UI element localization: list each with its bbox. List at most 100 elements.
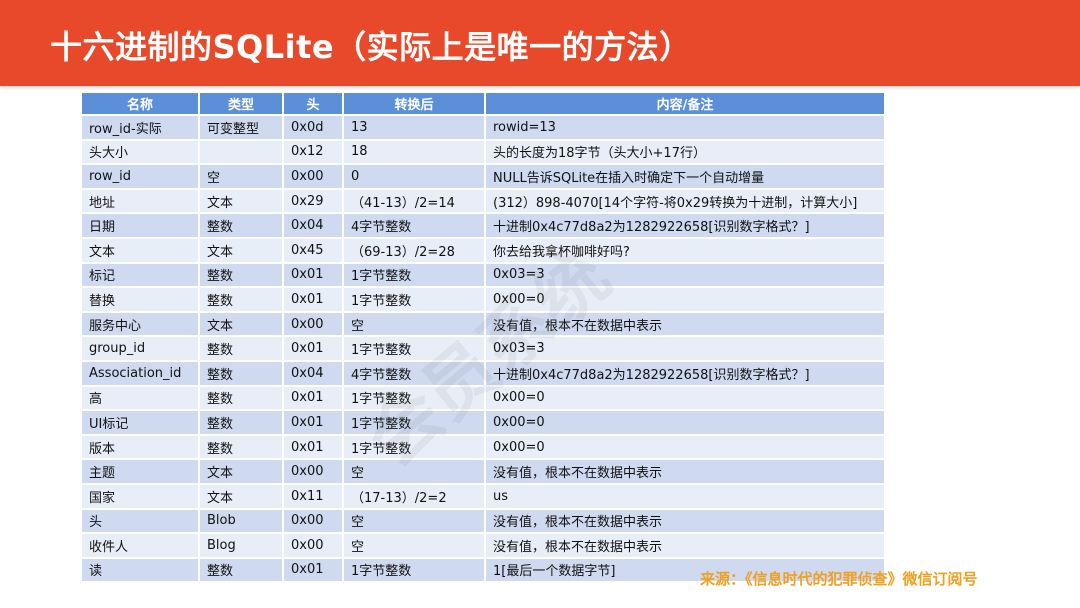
cell-type: 文本: [200, 484, 284, 510]
cell-head: 0x01: [284, 288, 344, 313]
table-row: 标记 整数 0x01 1字节整数 0x03=3: [82, 263, 884, 289]
cell-type: Blob: [200, 509, 284, 535]
cell-type: 整数: [200, 386, 284, 412]
cell-content: 0x00=0: [486, 435, 884, 461]
cell-converted: 1字节整数: [344, 435, 486, 461]
cell-converted: 空: [344, 534, 486, 559]
header-name: 名称: [82, 93, 200, 116]
cell-content: 没有值，根本不在数据中表示: [486, 509, 884, 535]
table-row: 版本 整数 0x01 1字节整数 0x00=0: [82, 435, 884, 461]
cell-type: Blog: [200, 534, 284, 559]
cell-name: 高: [82, 386, 200, 412]
cell-name: 服务中心: [82, 312, 200, 338]
table-row: 国家 文本 0x11 （17-13）/2=2 us: [82, 484, 884, 510]
cell-type: 空: [200, 165, 284, 190]
cell-converted: 空: [344, 509, 486, 535]
table-row: Association_id 整数 0x04 4字节整数 十进制0x4c77d8a2为1…: [82, 361, 884, 387]
cell-head: 0x01: [284, 435, 344, 461]
table-row: 头大小 0x12 18 头的长度为18字节（头大小+17行）: [82, 140, 884, 166]
cell-name: row_id-实际: [82, 116, 200, 141]
cell-converted: 1字节整数: [344, 337, 486, 362]
cell-head: 0x04: [284, 214, 344, 239]
cell-name: 地址: [82, 189, 200, 215]
cell-content: 没有值，根本不在数据中表示: [486, 460, 884, 485]
cell-converted: 空: [344, 460, 486, 485]
cell-head: 0x00: [284, 534, 344, 559]
sqlite-hex-table-container: 名称 类型 头 转换后 内容/备注 row_id-实际 可变整型 0x0d 13 row…: [82, 93, 884, 584]
table-row: row_id 空 0x00 0 NULL告诉SQLite在插入时确定下一个自动增量: [82, 165, 884, 190]
table-body: row_id-实际 可变整型 0x0d 13 rowid=13 头大小 0x12 18 头的长度…: [82, 116, 884, 584]
cell-content: 十进制0x4c77d8a2为1282922658[识别数字格式？]: [486, 214, 884, 239]
cell-type: 整数: [200, 337, 284, 362]
cell-type: 文本: [200, 238, 284, 264]
sqlite-hex-table: 名称 类型 头 转换后 内容/备注 row_id-实际 可变整型 0x0d 13 row…: [82, 93, 884, 584]
cell-converted: 0: [344, 165, 486, 190]
table-row: 高整数 0x01 1字节整数 0x00=0: [82, 386, 884, 412]
cell-converted: 18: [344, 140, 486, 166]
table-row: 文本 文本 0x45 （69-13）/2=28 你去给我拿杯咖啡好吗?: [82, 238, 884, 264]
header-converted: 转换后: [344, 93, 486, 116]
cell-content: 0x00=0: [486, 288, 884, 313]
cell-type: 文本: [200, 312, 284, 338]
cell-head: 0x01: [284, 337, 344, 362]
header-head: 头: [284, 93, 344, 116]
table-header-row: 名称 类型 头 转换后 内容/备注: [82, 93, 884, 116]
cell-name: 文本: [82, 238, 200, 264]
cell-name: 标记: [82, 263, 200, 289]
cell-converted: 1字节整数: [344, 558, 486, 584]
title-bar: 十六进制的SQLite（实际上是唯一的方法）: [0, 0, 1080, 86]
cell-name: 收件人: [82, 534, 200, 559]
cell-name: row_id: [82, 165, 200, 190]
cell-converted: （17-13）/2=2: [344, 484, 486, 510]
cell-converted: 13: [344, 116, 486, 141]
cell-type: 文本: [200, 189, 284, 215]
cell-head: 0x00: [284, 460, 344, 485]
cell-converted: （41-13）/2=14: [344, 189, 486, 215]
cell-converted: 1字节整数: [344, 288, 486, 313]
table-row: 替换 整数 0x01 1字节整数 0x00=0: [82, 288, 884, 313]
cell-type: 整数: [200, 288, 284, 313]
cell-type: 可变整型: [200, 116, 284, 141]
cell-content: 没有值，根本不在数据中表示: [486, 534, 884, 559]
cell-content: 0x03=3: [486, 263, 884, 289]
cell-type: 整数: [200, 214, 284, 239]
table-row: 服务中心 文本 0x00 空没有值，根本不在数据中表示: [82, 312, 884, 338]
cell-content: 头的长度为18字节（头大小+17行）: [486, 140, 884, 166]
cell-name: 版本: [82, 435, 200, 461]
table-row: group_id 整数 0x01 1字节整数 0x03=3: [82, 337, 884, 362]
slide-title: 十六进制的SQLite（实际上是唯一的方法）: [50, 28, 692, 66]
cell-type: 整数: [200, 558, 284, 584]
cell-name: group_id: [82, 337, 200, 362]
cell-converted: 1字节整数: [344, 386, 486, 412]
cell-head: 0x01: [284, 411, 344, 436]
cell-type: 整数: [200, 361, 284, 387]
cell-name: 头大小: [82, 140, 200, 166]
cell-head: 0x01: [284, 386, 344, 412]
cell-head: 0x00: [284, 165, 344, 190]
cell-name: Association_id: [82, 361, 200, 387]
cell-type: [200, 140, 284, 166]
cell-converted: 4字节整数: [344, 361, 486, 387]
cell-head: 0x0d: [284, 116, 344, 141]
cell-head: 0x11: [284, 484, 344, 510]
cell-name: 读: [82, 558, 200, 584]
cell-head: 0x29: [284, 189, 344, 215]
cell-converted: 1字节整数: [344, 263, 486, 289]
cell-content: rowid=13: [486, 116, 884, 141]
table-row: 地址 文本 0x29 （41-13）/2=14 (312）898-4070[14个字符-…: [82, 189, 884, 215]
cell-content: 0x00=0: [486, 411, 884, 436]
cell-content: NULL告诉SQLite在插入时确定下一个自动增量: [486, 165, 884, 190]
cell-name: 主题: [82, 460, 200, 485]
cell-name: UI标记: [82, 411, 200, 436]
table-row: UI标记 整数 0x01 1字节整数 0x00=0: [82, 411, 884, 436]
table-row: 主题 文本 0x00 空没有值，根本不在数据中表示: [82, 460, 884, 485]
cell-head: 0x00: [284, 312, 344, 338]
table-row: 头 Blob 0x00 空没有值，根本不在数据中表示: [82, 509, 884, 535]
source-note: 来源：《信息时代的犯罪侦查》微信订阅号: [700, 570, 978, 588]
cell-head: 0x04: [284, 361, 344, 387]
cell-type: 整数: [200, 263, 284, 289]
cell-head: 0x00: [284, 509, 344, 535]
cell-type: 文本: [200, 460, 284, 485]
cell-converted: （69-13）/2=28: [344, 238, 486, 264]
table-row: row_id-实际 可变整型 0x0d 13 rowid=13: [82, 116, 884, 141]
